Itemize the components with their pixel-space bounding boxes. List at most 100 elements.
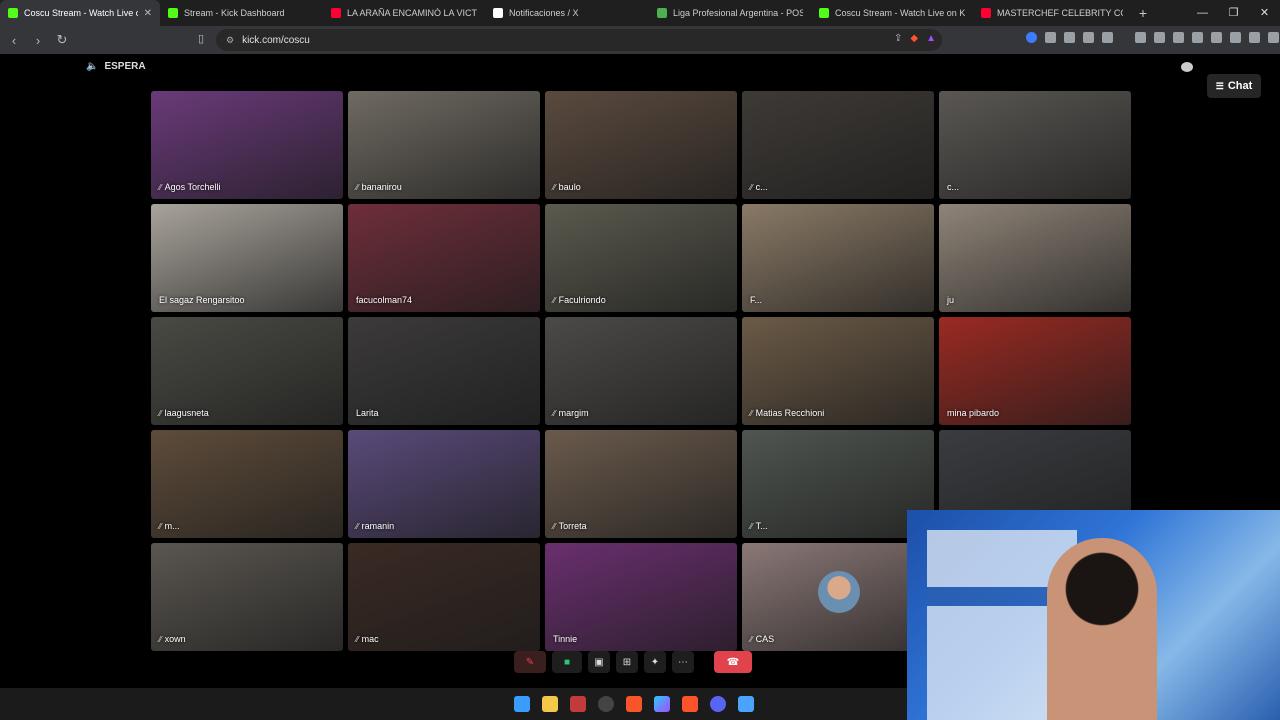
layout-button[interactable]: ⊞ [616, 651, 638, 673]
participant-tile[interactable]: ⁄⁄ Matias Recchioni [742, 317, 934, 425]
wallet-icon[interactable] [1192, 32, 1203, 43]
taskbar-app-icon[interactable] [570, 696, 586, 712]
participant-tile[interactable]: ⁄⁄ CAS [742, 543, 934, 651]
participant-tile[interactable]: ⁄⁄ ramanin [348, 430, 540, 538]
participant-name: Agos Torchelli [164, 182, 221, 192]
participant-tile[interactable]: ⁄⁄ T... [742, 430, 934, 538]
participant-tile[interactable]: ⁄⁄ m... [151, 430, 343, 538]
mic-toggle-button[interactable]: ✎ [514, 651, 546, 673]
muted-mic-icon: ⁄⁄ [356, 521, 359, 531]
address-bar[interactable]: ⚙ kick.com/coscu ⇪ ◆ ▲ [216, 29, 942, 51]
copilot-icon[interactable] [654, 696, 670, 712]
extension-icon[interactable] [1135, 32, 1146, 43]
obs-icon[interactable] [598, 696, 614, 712]
puzzle-icon[interactable] [1083, 32, 1094, 43]
participant-name: Larita [356, 408, 379, 418]
participant-tile[interactable]: facucolman74 [348, 204, 540, 312]
tab-favicon-icon [657, 8, 667, 18]
participant-tile[interactable]: c... [939, 91, 1131, 199]
participant-tile[interactable]: El sagaz Rengarsitoo [151, 204, 343, 312]
bookmark-icon[interactable]: ▯ [198, 32, 204, 45]
status-label: ESPERA [104, 61, 146, 72]
discord-icon[interactable] [710, 696, 726, 712]
tab-close-icon[interactable]: ✕ [144, 8, 152, 19]
browser-tab[interactable]: Notificaciones / X [485, 0, 649, 26]
effects-button[interactable]: ✦ [644, 651, 666, 673]
participant-name-tag: c... [947, 182, 959, 192]
screen-share-button[interactable]: ▣ [588, 651, 610, 673]
share-icon[interactable]: ⇪ [894, 33, 902, 44]
participant-tile[interactable]: ⁄⁄ mac [348, 543, 540, 651]
participant-tile[interactable]: ⁄⁄ margim [545, 317, 737, 425]
sidebar-icon[interactable] [1173, 32, 1184, 43]
file-explorer-icon[interactable] [542, 696, 558, 712]
brave-browser-icon[interactable] [682, 696, 698, 712]
participant-tile[interactable]: mina pibardo [939, 317, 1131, 425]
participant-tile[interactable]: ju [939, 204, 1131, 312]
windows-start-icon[interactable] [514, 696, 530, 712]
brave-icon[interactable] [626, 696, 642, 712]
browser-tab[interactable]: Coscu Stream - Watch Live o ✕ [0, 0, 160, 26]
vpn-icon[interactable] [1230, 32, 1241, 43]
window-controls: — ❐ ✕ [1187, 0, 1280, 26]
menu-icon[interactable] [1268, 32, 1279, 43]
participant-tile[interactable]: ⁄⁄ Agos Torchelli [151, 91, 343, 199]
participant-tile[interactable]: ⁄⁄ Faculriondo [545, 204, 737, 312]
participant-tile[interactable]: ⁄⁄ c... [742, 91, 934, 199]
participant-tile[interactable]: F... [742, 204, 934, 312]
participant-tile[interactable]: ⁄⁄ Torreta [545, 430, 737, 538]
leo-icon[interactable] [1211, 32, 1222, 43]
participant-tile[interactable]: ⁄⁄ bananirou [348, 91, 540, 199]
reading-list-icon[interactable] [1154, 32, 1165, 43]
browser-tab[interactable]: Coscu Stream - Watch Live on Kick [811, 0, 973, 26]
extension-icon[interactable] [1064, 32, 1075, 43]
speaker-icon: 🔈 [86, 61, 99, 72]
reload-icon[interactable]: ↻ [52, 32, 72, 48]
layout-grid-icon: ⊞ [622, 656, 632, 668]
profile-icon[interactable] [1249, 32, 1260, 43]
participant-name: xown [164, 634, 186, 644]
camera-toggle-button[interactable]: ■ [552, 651, 582, 673]
participant-name-tag: ⁄⁄ ramanin [356, 521, 394, 531]
participant-tile[interactable]: ⁄⁄ xown [151, 543, 343, 651]
tab-title: Notificaciones / X [509, 8, 579, 18]
participant-name-tag: ⁄⁄ m... [159, 521, 180, 531]
extension-icon[interactable] [1026, 32, 1037, 43]
browser-tab[interactable]: MASTERCHEF CELEBRITY CON GREG [973, 0, 1131, 26]
participant-name: El sagaz Rengarsitoo [159, 295, 245, 305]
muted-mic-icon: ⁄⁄ [750, 182, 753, 192]
browser-tab[interactable]: Stream - Kick Dashboard [160, 0, 323, 26]
end-call-button[interactable]: ☎ [714, 651, 752, 673]
chat-bubble-icon[interactable] [1181, 62, 1193, 72]
site-info-icon[interactable]: ⚙ [226, 35, 234, 46]
back-icon[interactable]: ‹ [4, 33, 24, 48]
webcam-person [1047, 538, 1157, 720]
participant-tile[interactable]: Larita [348, 317, 540, 425]
close-window-icon[interactable]: ✕ [1249, 0, 1280, 26]
participant-name-tag: ⁄⁄ mac [356, 634, 379, 644]
muted-mic-icon: ⁄⁄ [159, 408, 162, 418]
browser-tab[interactable]: LA ARAÑA ENCAMINÓ LA VICTORIA [323, 0, 485, 26]
new-tab-icon[interactable]: + [1131, 5, 1155, 21]
extension-icon[interactable] [1102, 32, 1113, 43]
participant-tile[interactable]: Tinnie [545, 543, 737, 651]
participant-name: bananirou [361, 182, 402, 192]
minimize-icon[interactable]: — [1187, 0, 1218, 26]
more-button[interactable]: ⋯ [672, 651, 694, 673]
participant-name-tag: Larita [356, 408, 379, 418]
muted-mic-icon: ⁄⁄ [553, 408, 556, 418]
restore-icon[interactable]: ❐ [1218, 0, 1249, 26]
chat-button[interactable]: ☰ Chat [1207, 74, 1261, 98]
notepad-icon[interactable] [738, 696, 754, 712]
muted-mic-icon: ⁄⁄ [553, 521, 556, 531]
browser-tab[interactable]: Liga Profesional Argentina - POSICIO [649, 0, 811, 26]
translate-icon[interactable] [1045, 32, 1056, 43]
participant-tile[interactable]: ⁄⁄ baulo [545, 91, 737, 199]
participant-tile[interactable]: ⁄⁄ laagusneta [151, 317, 343, 425]
brave-rewards-icon[interactable]: ▲ [926, 33, 936, 44]
brave-shield-icon[interactable]: ◆ [910, 33, 918, 44]
participant-name-tag: F... [750, 295, 762, 305]
participant-name: facucolman74 [356, 295, 413, 305]
forward-icon[interactable]: › [28, 33, 48, 48]
participant-name-tag: ju [947, 295, 954, 305]
